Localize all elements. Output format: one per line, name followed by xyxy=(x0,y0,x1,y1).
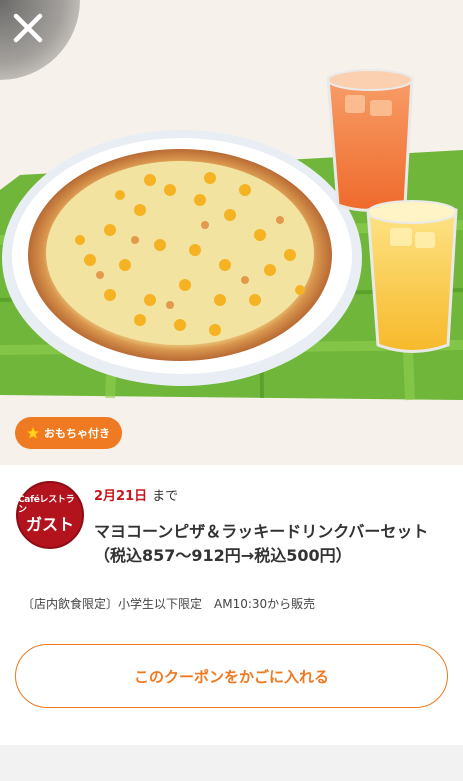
close-icon xyxy=(13,13,43,43)
deadline: 2月21日 まで xyxy=(94,485,178,504)
coupon-title-line2: （税込857〜912円→税込500円） xyxy=(94,546,352,565)
coupon-title-line1: マヨコーンピザ＆ラッキードリンクバーセット xyxy=(94,522,429,541)
deadline-suffix: まで xyxy=(152,489,179,504)
add-coupon-to-cart-button[interactable]: このクーポンをかごに入れる xyxy=(15,644,448,708)
deadline-date: 2月21日 xyxy=(94,489,148,504)
coupon-conditions: 〔店内飲食限定〕小学生以下限定 AM10:30から販売 xyxy=(22,597,316,611)
toy-included-badge: おもちゃ付き xyxy=(15,417,122,449)
star-icon xyxy=(26,426,40,440)
badge-label: おもちゃ付き xyxy=(44,427,110,440)
coupon-title: マヨコーンピザ＆ラッキードリンクバーセット （税込857〜912円→税込500円… xyxy=(94,520,454,568)
coupon-card: Caféレストラン ガスト 2月21日 まで マヨコーンピザ＆ラッキードリンクバー… xyxy=(0,465,463,745)
logo-line1: Caféレストラン xyxy=(18,495,75,515)
logo-line2: ガスト xyxy=(25,515,74,534)
product-image: おもちゃ付き xyxy=(0,0,463,465)
pizza-and-drinks-illustration xyxy=(0,69,463,401)
gusto-logo: Caféレストラン ガスト xyxy=(16,481,84,549)
